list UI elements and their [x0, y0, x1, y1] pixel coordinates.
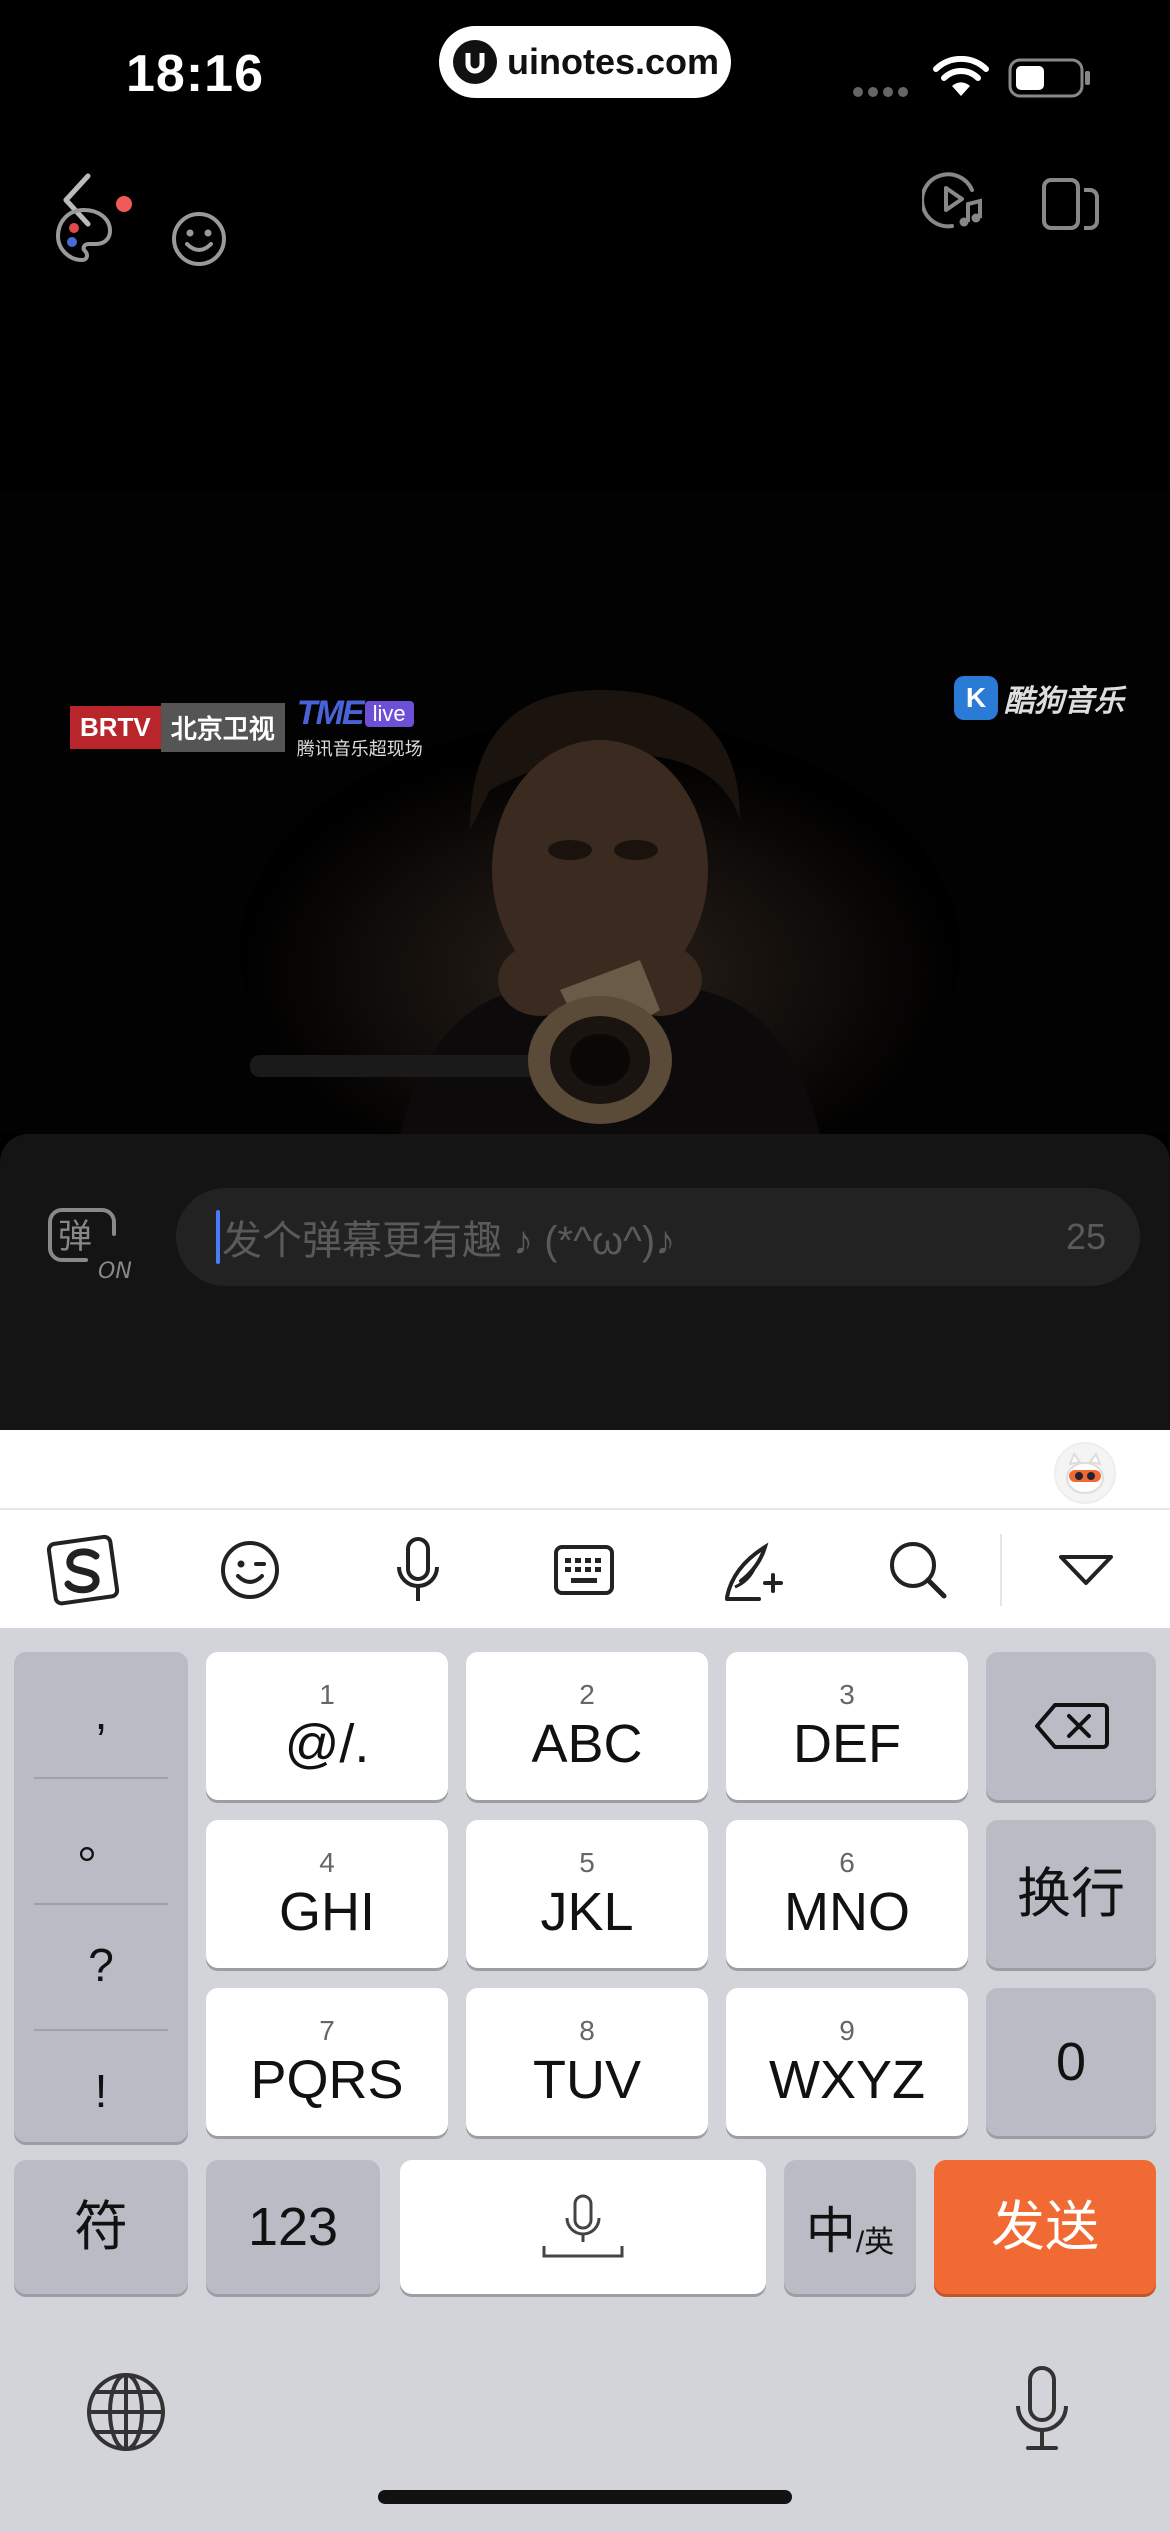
punct-question-key[interactable]: ? [14, 1904, 188, 2026]
key-label: 符 [74, 2197, 128, 2257]
status-time: 18:16 [126, 45, 264, 103]
send-key[interactable]: 发送 [934, 2160, 1156, 2294]
url-text: uinotes.com [507, 41, 720, 82]
key-label: PQRS [250, 2050, 404, 2110]
tme-logo-text: TME [296, 694, 365, 732]
rotate-screen-icon[interactable] [1040, 176, 1104, 232]
kugou-watermark: K 酷狗音乐 [954, 676, 1124, 720]
key-label: DEF [793, 1714, 901, 1774]
key-2[interactable]: 2 ABC [466, 1652, 708, 1800]
punct-exclaim-key[interactable]: ! [14, 2030, 188, 2152]
svg-text:弹: 弹 [58, 1217, 92, 1257]
kugou-app-name: 酷狗音乐 [1004, 685, 1124, 718]
key-number: 1 [319, 1679, 335, 1710]
key-label: 换行 [1017, 1864, 1125, 1924]
key-label: 中 [805, 2203, 856, 2259]
key-4[interactable]: 4 GHI [206, 1820, 448, 1968]
key-3[interactable]: 3 DEF [726, 1652, 968, 1800]
key-7[interactable]: 7 PQRS [206, 1988, 448, 2136]
key-label: MNO [784, 1882, 910, 1942]
collapse-keyboard-icon[interactable] [1046, 1532, 1126, 1608]
key-6[interactable]: 6 MNO [726, 1820, 968, 1968]
emoji-icon[interactable] [210, 1532, 290, 1608]
number-key[interactable]: 123 [206, 2160, 380, 2294]
broadcast-watermark: BRTV 北京卫视 TME live 腾讯音乐超现场 [70, 694, 423, 761]
battery-icon [1008, 58, 1090, 98]
key-label: ABC [531, 1714, 643, 1774]
color-palette-icon[interactable] [54, 206, 114, 264]
key-number: 6 [839, 1847, 855, 1878]
handwriting-icon[interactable] [712, 1532, 792, 1608]
mascot-icon[interactable] [1054, 1442, 1116, 1504]
key-number: 5 [579, 1847, 595, 1878]
key-8[interactable]: 8 TUV [466, 1988, 708, 2136]
punct-period-key[interactable]: 。 [14, 1778, 188, 1900]
keyboard-toolbar [0, 1510, 1170, 1628]
status-bar: 18:16 uinotes.com [0, 0, 1170, 150]
nine-key-keyboard: , 。 ? ! 1 @/. 2 ABC 3 DEF 4 GHI 5 JKL 6 … [0, 1628, 1170, 2532]
wifi-icon [933, 56, 989, 96]
kugou-logo-icon: K [954, 676, 998, 720]
key-1[interactable]: 1 @/. [206, 1652, 448, 1800]
site-logo-icon [453, 40, 497, 84]
voice-icon[interactable] [378, 1532, 458, 1608]
danmaku-toggle-icon: 弹 ON [48, 1208, 132, 1284]
key-number: 9 [839, 2015, 855, 2046]
key-label: WXYZ [769, 2050, 925, 2110]
key-number: 4 [319, 1847, 335, 1878]
home-indicator [378, 2490, 792, 2504]
backspace-key[interactable] [986, 1652, 1156, 1800]
char-count: 25 [1065, 1216, 1106, 1257]
key-5[interactable]: 5 JKL [466, 1820, 708, 1968]
key-number: 3 [839, 1679, 855, 1710]
key-number: 8 [579, 2015, 595, 2046]
cellular-signal-icon [853, 84, 913, 102]
key-number: 2 [579, 1679, 595, 1710]
text-caret [216, 1210, 220, 1264]
key-label: @/. [284, 1714, 370, 1774]
danmaku-placeholder: 发个弹幕更有趣 ♪ (*^ω^)♪ [222, 1219, 676, 1263]
punct-comma-key[interactable]: , [14, 1652, 188, 1774]
toolbar-separator [1000, 1534, 1002, 1606]
video-music-mode-icon[interactable] [922, 170, 986, 232]
key-label: 123 [247, 2197, 339, 2257]
space-mic-icon [542, 2194, 624, 2258]
search-icon[interactable] [878, 1532, 958, 1608]
danmaku-toggle-button[interactable]: 弹 ON [46, 1204, 138, 1284]
url-pill[interactable]: uinotes.com [439, 26, 731, 98]
space-key[interactable] [400, 2160, 766, 2294]
key-sublabel: /英 [855, 2226, 895, 2259]
tme-live-logo: TME live 腾讯音乐超现场 [297, 694, 423, 761]
live-badge: live [364, 700, 414, 727]
zero-key[interactable]: 0 [986, 1988, 1156, 2136]
punctuation-column[interactable]: , 。 ? ! [14, 1652, 188, 2142]
key-number: 7 [319, 2015, 335, 2046]
key-label: TUV [533, 2050, 641, 2110]
key-label: GHI [278, 1882, 375, 1942]
notification-dot [116, 196, 132, 212]
language-switch-key[interactable]: 中 /英 [784, 2160, 916, 2294]
newline-key[interactable]: 换行 [986, 1820, 1156, 1968]
channel-name: 北京卫视 [160, 703, 285, 752]
dictation-mic-icon[interactable] [1010, 2364, 1074, 2454]
svg-text:ON: ON [98, 1259, 132, 1284]
danmaku-panel: 弹 ON 发个弹幕更有趣 ♪ (*^ω^)♪ 25 [0, 1134, 1170, 1430]
backspace-icon [1035, 1703, 1109, 1749]
keyboard-top-bar [0, 1430, 1170, 1510]
keyboard-icon[interactable] [544, 1532, 624, 1608]
performer-video-frame [0, 490, 1170, 1134]
sogou-logo-icon[interactable] [44, 1532, 124, 1608]
globe-icon[interactable] [84, 2370, 168, 2454]
key-label: 0 [1055, 2032, 1087, 2092]
key-9[interactable]: 9 WXYZ [726, 1988, 968, 2136]
key-label: JKL [540, 1882, 634, 1942]
key-label: 发送 [991, 2197, 1099, 2257]
symbol-key[interactable]: 符 [14, 2160, 188, 2294]
tme-subtitle: 腾讯音乐超现场 [296, 739, 423, 759]
danmaku-input-field[interactable]: 发个弹幕更有趣 ♪ (*^ω^)♪ 25 [176, 1188, 1140, 1286]
emoji-icon[interactable] [170, 210, 228, 268]
brtv-logo: BRTV [70, 706, 161, 749]
